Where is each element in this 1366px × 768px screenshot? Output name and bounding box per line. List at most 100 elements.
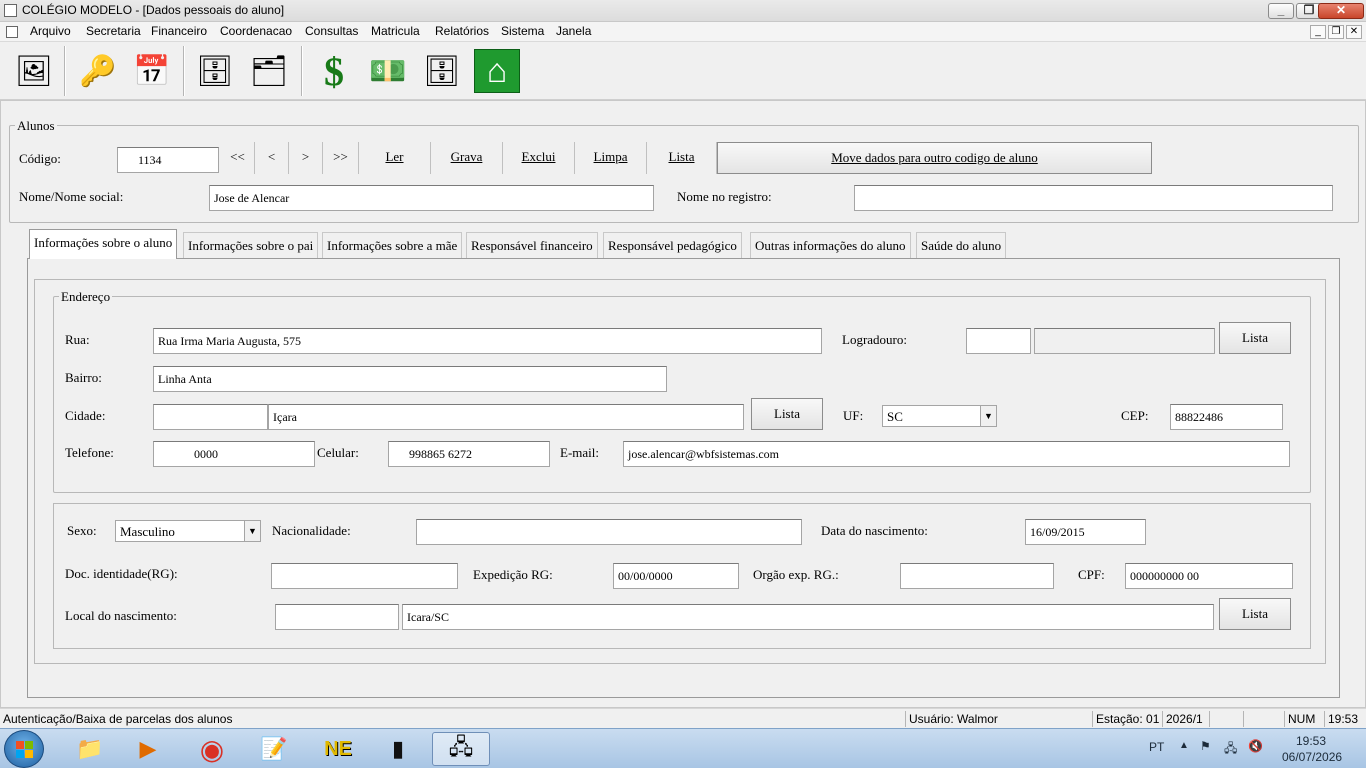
- menu-coordenacao[interactable]: Coordenacao: [220, 24, 292, 38]
- file-explorer-icon[interactable]: 📁: [62, 732, 118, 766]
- home-icon[interactable]: ⌂: [474, 49, 520, 93]
- bairro-label: Bairro:: [65, 370, 102, 385]
- first-record-button[interactable]: <<: [221, 142, 255, 174]
- cep-label: CEP:: [1121, 408, 1149, 423]
- volume-muted-icon[interactable]: 🔇: [1248, 739, 1263, 753]
- clock-date[interactable]: 06/07/2026: [1282, 750, 1342, 764]
- nacionalidade-label: Nacionalidade:: [272, 523, 351, 538]
- notepad-plus-icon[interactable]: 📝: [246, 732, 302, 766]
- celular-input[interactable]: 998865 6272: [388, 441, 550, 467]
- dollar-icon[interactable]: $: [310, 48, 358, 94]
- start-button[interactable]: [4, 730, 44, 768]
- cidade-code-input[interactable]: [153, 404, 268, 430]
- mdi-close-button[interactable]: ✕: [1346, 25, 1362, 39]
- tab-informacoes-mae[interactable]: Informações sobre a mãe: [322, 232, 463, 258]
- local-lista-button[interactable]: Lista: [1219, 598, 1291, 630]
- limpa-button[interactable]: Limpa: [575, 142, 647, 174]
- last-record-button[interactable]: >>: [323, 142, 359, 174]
- media-player-icon[interactable]: ▶: [120, 732, 176, 766]
- local-code-input[interactable]: [275, 604, 399, 630]
- network-icon[interactable]: 🖧: [1224, 739, 1237, 760]
- window-title: COLÉGIO MODELO - [Dados pessoais do alun…: [22, 3, 285, 17]
- file-cabinet-icon[interactable]: 🗄: [191, 48, 239, 94]
- alunos-legend: Alunos: [15, 118, 57, 134]
- logradouro-code-input[interactable]: [966, 328, 1031, 354]
- keys-icon[interactable]: 🔑: [74, 48, 122, 94]
- logradouro-lista-button[interactable]: Lista: [1219, 322, 1291, 354]
- sexo-select[interactable]: Masculino ▼: [115, 520, 261, 542]
- menu-janela[interactable]: Janela: [556, 24, 591, 38]
- cpf-input[interactable]: 000000000 00: [1125, 563, 1293, 589]
- email-input[interactable]: jose.alencar@wbfsistemas.com: [623, 441, 1290, 467]
- menu-matricula[interactable]: Matricula: [371, 24, 420, 38]
- nascimento-input[interactable]: 16/09/2015: [1025, 519, 1146, 545]
- cabinet-m-icon[interactable]: 🗄: [418, 48, 466, 94]
- exclui-button[interactable]: Exclui: [503, 142, 575, 174]
- telefone-input[interactable]: 0000: [153, 441, 315, 467]
- terminal-icon[interactable]: ▮: [370, 732, 426, 766]
- ne-app-icon[interactable]: NE: [310, 732, 366, 766]
- clock-time[interactable]: 19:53: [1296, 734, 1326, 748]
- mdi-restore-button[interactable]: ❐: [1328, 25, 1344, 39]
- windows-logo-part: [25, 750, 33, 758]
- registro-input[interactable]: [854, 185, 1333, 211]
- lista-aluno-button[interactable]: Lista: [647, 142, 717, 174]
- sexo-label: Sexo:: [67, 523, 97, 538]
- close-button[interactable]: ✕: [1318, 3, 1364, 19]
- documents-icon[interactable]: 🗂: [245, 48, 293, 94]
- cidade-lista-button[interactable]: Lista: [751, 398, 823, 430]
- expedicao-input[interactable]: 00/00/0000: [613, 563, 739, 589]
- status-empty-1: [1209, 711, 1241, 727]
- cidade-input[interactable]: Içara: [268, 404, 744, 430]
- tab-outras-informacoes[interactable]: Outras informações do aluno: [750, 232, 911, 258]
- calendar-icon[interactable]: 📅: [128, 48, 176, 94]
- rua-input[interactable]: Rua Irma Maria Augusta, 575: [153, 328, 822, 354]
- menu-arquivo[interactable]: Arquivo: [30, 24, 71, 38]
- tab-responsavel-pedagogico[interactable]: Responsável pedagógico: [603, 232, 742, 258]
- menu-secretaria[interactable]: Secretaria: [86, 24, 141, 38]
- orgao-input[interactable]: [900, 563, 1054, 589]
- nome-label: Nome/Nome social:: [19, 189, 124, 204]
- next-record-button[interactable]: >: [289, 142, 323, 174]
- previous-record-button[interactable]: <: [255, 142, 289, 174]
- toolbar-separator: [183, 46, 185, 96]
- network-app-icon[interactable]: 🖧: [432, 732, 490, 766]
- tab-informacoes-aluno[interactable]: Informações sobre o aluno: [29, 229, 178, 259]
- uf-select[interactable]: SC ▼: [882, 405, 997, 427]
- menu-consultas[interactable]: Consultas: [305, 24, 358, 38]
- taskbar: 📁 ▶ ◉ 📝 NE ▮ 🖧 PT ▲ ⚑ 🖧 🔇 19:53 06/07/20…: [0, 728, 1366, 768]
- mdi-minimize-button[interactable]: _: [1310, 25, 1326, 39]
- minimize-button[interactable]: _: [1268, 3, 1294, 19]
- language-indicator[interactable]: PT: [1149, 740, 1164, 754]
- codigo-input[interactable]: 1134: [117, 147, 219, 173]
- nacionalidade-input[interactable]: [416, 519, 802, 545]
- rg-label: Doc. identidade(RG):: [65, 566, 178, 581]
- student-photo-icon[interactable]: 🖼: [10, 48, 58, 94]
- document-icon: [6, 26, 18, 38]
- local-nascimento-input[interactable]: Icara/SC: [402, 604, 1214, 630]
- chrome-icon[interactable]: ◉: [184, 732, 240, 766]
- sexo-value: Masculino: [120, 524, 175, 539]
- tab-saude-aluno[interactable]: Saúde do aluno: [916, 232, 1007, 258]
- bairro-input[interactable]: Linha Anta: [153, 366, 667, 392]
- tab-informacoes-pai[interactable]: Informações sobre o pai: [183, 232, 319, 258]
- rg-input[interactable]: [271, 563, 458, 589]
- endereco-legend: Endereço: [59, 289, 113, 305]
- money-icon[interactable]: 💵: [364, 48, 412, 94]
- uf-label: UF:: [843, 408, 864, 423]
- ler-button[interactable]: Ler: [359, 142, 431, 174]
- cep-input[interactable]: 88822486: [1170, 404, 1283, 430]
- windows-logo-icon: [16, 741, 24, 749]
- grava-button[interactable]: Grava: [431, 142, 503, 174]
- windows-logo-part: [16, 750, 24, 758]
- menu-sistema[interactable]: Sistema: [501, 24, 544, 38]
- show-hidden-icons-icon[interactable]: ▲: [1179, 740, 1189, 751]
- action-center-icon[interactable]: ⚑: [1200, 739, 1211, 753]
- move-dados-button[interactable]: Move dados para outro codigo de aluno: [717, 142, 1152, 174]
- menu-financeiro[interactable]: Financeiro: [151, 24, 207, 38]
- tab-responsavel-financeiro[interactable]: Responsável financeiro: [466, 232, 598, 258]
- menu-relatorios[interactable]: Relatórios: [435, 24, 489, 38]
- windows-logo-part: [25, 741, 33, 749]
- nome-input[interactable]: Jose de Alencar: [209, 185, 654, 211]
- app-icon: [4, 4, 17, 17]
